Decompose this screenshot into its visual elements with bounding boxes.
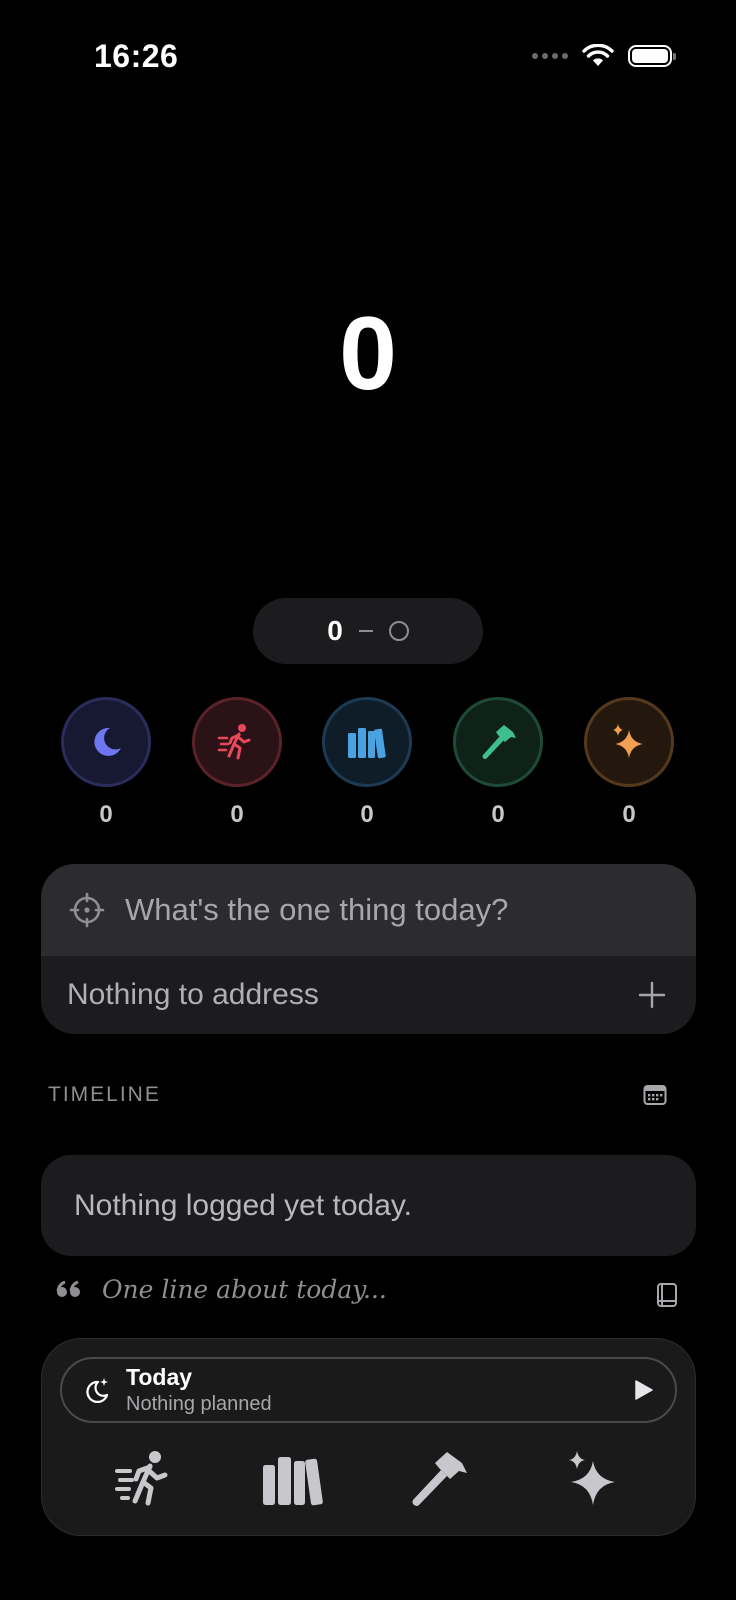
category-sleep[interactable]: 0 — [58, 697, 154, 829]
streak-range-pill[interactable]: 0 — [253, 598, 483, 664]
battery-icon — [628, 45, 676, 67]
log-build-button[interactable] — [399, 1439, 479, 1519]
one-thing-input[interactable] — [125, 892, 625, 928]
category-read-count: 0 — [360, 801, 374, 828]
total-count: 0 — [339, 296, 397, 412]
status-indicators — [532, 44, 676, 68]
plan-subtitle: Nothing planned — [126, 1393, 272, 1415]
category-build[interactable]: 0 — [450, 697, 546, 829]
today-plan-pill[interactable]: Today Nothing planned — [60, 1357, 677, 1423]
signal-dots-icon — [532, 53, 568, 59]
books-icon — [348, 728, 386, 759]
status-time: 16:26 — [94, 38, 179, 74]
quick-log-actions — [42, 1439, 695, 1529]
one-thing-row[interactable] — [41, 864, 696, 956]
category-read[interactable]: 0 — [319, 697, 415, 829]
play-icon — [635, 1380, 653, 1400]
running-person-icon — [217, 724, 251, 760]
range-start-value: 0 — [327, 615, 343, 646]
category-move[interactable]: 0 — [189, 697, 285, 829]
focus-card: Nothing to address — [41, 864, 696, 1034]
timeline-heading: TIMELINE — [48, 1083, 161, 1106]
log-move-button[interactable] — [106, 1439, 186, 1519]
sparkles-icon — [613, 724, 643, 758]
category-move-count: 0 — [230, 801, 244, 828]
moon-stars-icon — [86, 1378, 109, 1403]
journal-book-button[interactable] — [656, 1282, 678, 1313]
journal-row[interactable]: One line about today... — [56, 1275, 682, 1304]
timeline-empty-text: Nothing logged yet today. — [74, 1188, 413, 1222]
range-dash — [358, 630, 373, 632]
address-text: Nothing to address — [67, 978, 319, 1011]
books-icon — [263, 1457, 323, 1506]
running-person-icon — [115, 1451, 168, 1506]
category-create-count: 0 — [622, 801, 636, 828]
category-build-count: 0 — [491, 801, 505, 828]
category-sleep-count: 0 — [99, 801, 113, 828]
journal-placeholder[interactable]: One line about today... — [102, 1275, 387, 1304]
category-read-button[interactable] — [322, 697, 412, 787]
log-read-button[interactable] — [253, 1439, 333, 1519]
plan-text: Today Nothing planned — [126, 1363, 272, 1417]
ring-icon — [388, 621, 409, 641]
wifi-icon — [582, 44, 614, 66]
category-create-button[interactable] — [584, 697, 674, 787]
sparkles-icon — [569, 1451, 615, 1505]
add-address-plus-icon[interactable] — [638, 981, 666, 1009]
moon-icon — [94, 727, 121, 756]
hammer-icon — [482, 725, 516, 759]
plan-title: Today — [126, 1364, 193, 1390]
quote-icon — [56, 1280, 80, 1297]
crosshair-icon — [69, 892, 105, 928]
book-icon — [657, 1283, 677, 1307]
log-create-button[interactable] — [553, 1439, 633, 1519]
calendar-icon — [643, 1085, 667, 1105]
category-build-button[interactable] — [453, 697, 543, 787]
address-row[interactable]: Nothing to address — [41, 956, 696, 1034]
play-button[interactable] — [631, 1378, 655, 1407]
timeline-empty-card: Nothing logged yet today. — [41, 1155, 696, 1256]
bottom-dock: Today Nothing planned — [41, 1338, 696, 1536]
calendar-button[interactable] — [643, 1084, 667, 1111]
hammer-icon — [412, 1452, 467, 1506]
category-move-button[interactable] — [192, 697, 282, 787]
category-sleep-button[interactable] — [61, 697, 151, 787]
category-create[interactable]: 0 — [581, 697, 677, 829]
